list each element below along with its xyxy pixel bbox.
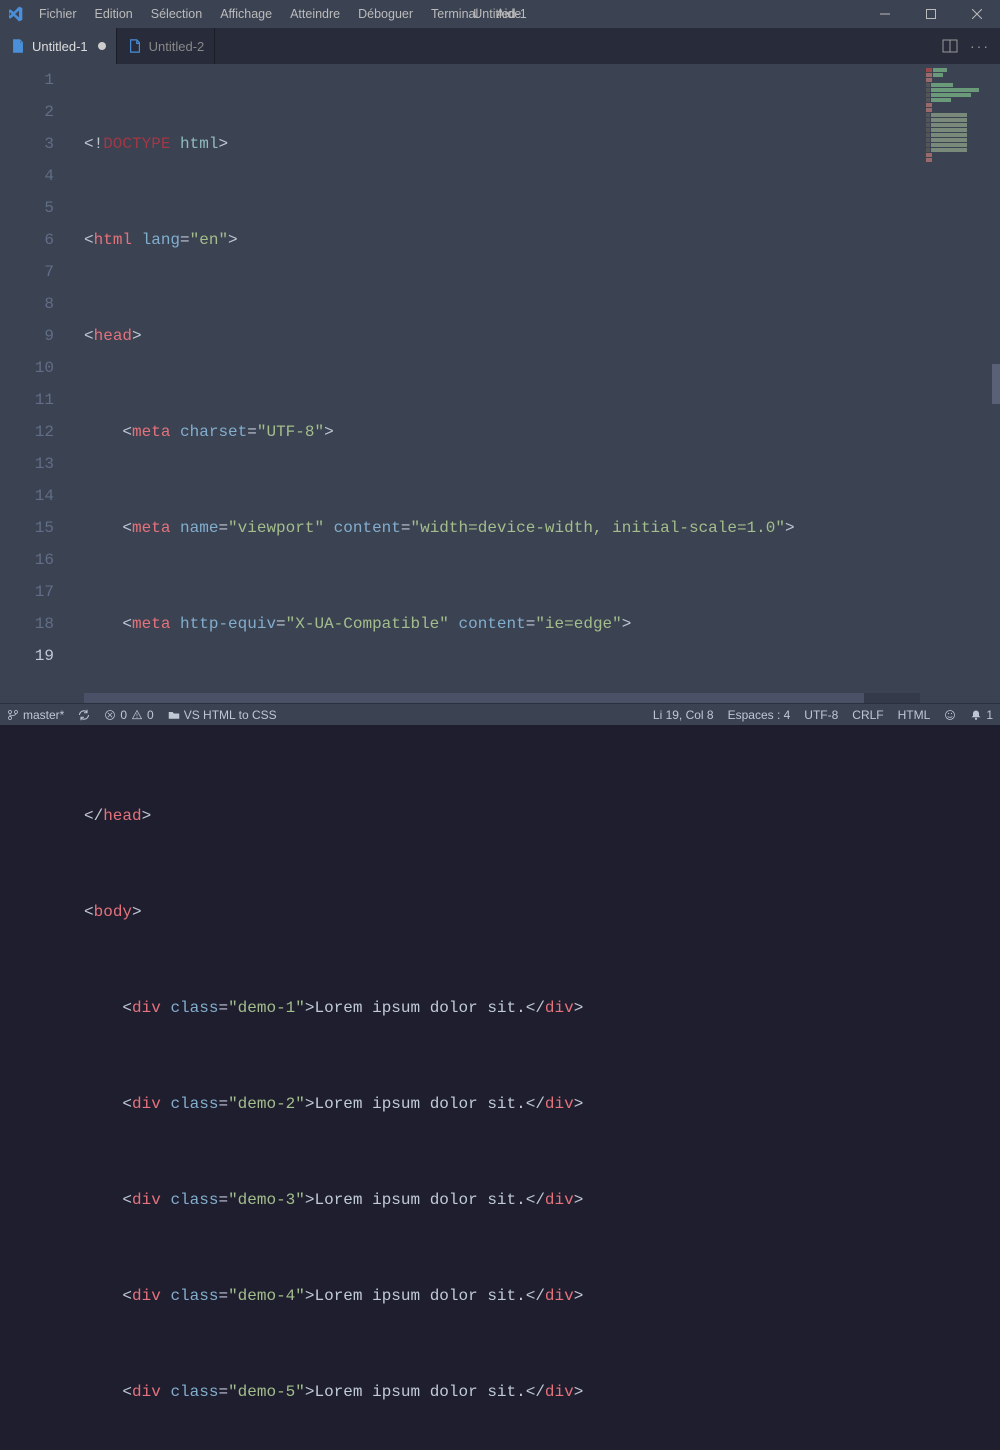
code-content[interactable]: <!DOCTYPE html> <html lang="en"> <head> … [84, 64, 920, 703]
maximize-button[interactable] [908, 0, 954, 28]
language-mode[interactable]: HTML [891, 704, 938, 726]
sync-button[interactable] [71, 704, 97, 726]
notification-count: 1 [986, 708, 993, 722]
menu-selection[interactable]: Sélection [142, 0, 211, 28]
tab-untitled-1[interactable]: Untitled-1 [0, 28, 117, 64]
bell-icon [970, 709, 982, 721]
warning-icon [131, 709, 143, 721]
vscode-logo-icon [0, 0, 30, 28]
branch-icon [7, 709, 19, 721]
vertical-scrollbar[interactable] [992, 64, 1000, 703]
indentation[interactable]: Espaces : 4 [721, 704, 798, 726]
menu-affichage[interactable]: Affichage [211, 0, 281, 28]
feedback-button[interactable] [937, 704, 963, 726]
file-icon [10, 38, 26, 54]
horizontal-scrollbar[interactable] [84, 693, 920, 703]
tab-label: Untitled-1 [32, 39, 88, 54]
project[interactable]: VS HTML to CSS [161, 704, 284, 726]
tab-bar: Untitled-1 Untitled-2 ··· [0, 28, 1000, 64]
project-name: VS HTML to CSS [184, 708, 277, 722]
scrollbar-thumb[interactable] [84, 693, 864, 703]
smiley-icon [944, 709, 956, 721]
split-editor-icon[interactable] [942, 38, 958, 54]
line-number-gutter: 1234 5678 9101112 13141516 171819 [0, 64, 72, 703]
minimize-button[interactable] [862, 0, 908, 28]
notifications[interactable]: 1 [963, 704, 1000, 726]
minimap[interactable] [926, 68, 992, 163]
encoding[interactable]: UTF-8 [797, 704, 845, 726]
editor[interactable]: 1234 5678 9101112 13141516 171819 <!DOCT… [0, 64, 1000, 703]
tab-label: Untitled-2 [149, 39, 205, 54]
eol[interactable]: CRLF [845, 704, 890, 726]
problems[interactable]: 0 0 [97, 704, 160, 726]
git-branch[interactable]: master* [0, 704, 71, 726]
branch-name: master* [23, 708, 64, 722]
close-button[interactable] [954, 0, 1000, 28]
menu-deboguer[interactable]: Déboguer [349, 0, 422, 28]
titlebar: Fichier Edition Sélection Affichage Atte… [0, 0, 1000, 28]
menu-fichier[interactable]: Fichier [30, 0, 86, 28]
sync-icon [78, 709, 90, 721]
window-controls [862, 0, 1000, 28]
menu-terminal[interactable]: Terminal [422, 0, 487, 28]
scrollbar-thumb[interactable] [992, 364, 1000, 404]
cursor-position[interactable]: Li 19, Col 8 [646, 704, 721, 726]
dirty-indicator-icon [98, 42, 106, 50]
menu-atteindre[interactable]: Atteindre [281, 0, 349, 28]
tab-bar-actions: ··· [942, 28, 1000, 64]
menu-bar: Fichier Edition Sélection Affichage Atte… [30, 0, 530, 28]
menu-edition[interactable]: Edition [86, 0, 142, 28]
tab-untitled-2[interactable]: Untitled-2 [117, 28, 216, 64]
warning-count: 0 [147, 708, 154, 722]
error-count: 0 [120, 708, 127, 722]
folder-icon [168, 709, 180, 721]
status-bar: master* 0 0 VS HTML to CSS Li 19, Col 8 … [0, 703, 1000, 725]
error-icon [104, 709, 116, 721]
menu-aide[interactable]: Aide [487, 0, 530, 28]
file-icon [127, 38, 143, 54]
more-actions-icon[interactable]: ··· [970, 38, 990, 54]
